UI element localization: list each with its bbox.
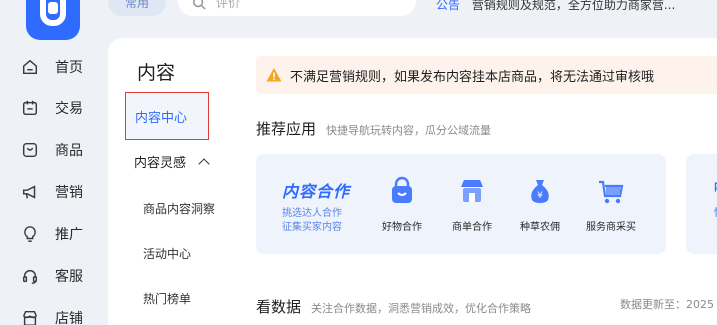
announcement-text: 营销规则及规范，全方位助力商家营... xyxy=(471,0,676,12)
announcement-bar[interactable]: 公告 营销规则及规范，全方位助力商家营... xyxy=(436,0,675,13)
rail-item-goods[interactable]: 商品 xyxy=(20,136,100,164)
rail-label: 商品 xyxy=(55,143,83,159)
subnav-group-label: 内容灵感 xyxy=(134,156,187,171)
money-bag-icon: ¥ xyxy=(523,174,557,208)
app-provider-purchase[interactable]: 服务商采买 xyxy=(576,174,646,233)
recommend-heading: 推荐应用 快捷导航玩转内容，瓜分公域流量 xyxy=(256,118,491,139)
rail-label: 客服 xyxy=(55,269,83,285)
data-heading: 看数据 关注合作数据，洞悉营销成效，优化合作策略 xyxy=(256,296,531,317)
rail-label: 交易 xyxy=(55,101,83,117)
subnav-title: 内容 xyxy=(137,62,176,84)
rail-item-trade[interactable]: 交易 xyxy=(20,94,100,122)
megaphone-icon xyxy=(20,182,40,202)
headset-icon xyxy=(20,266,40,286)
announcement-tag: 公告 xyxy=(436,0,461,12)
main-content: 不满足营销规则，如果发布内容挂本店商品，将无法通过审核哦 推荐应用 快捷导航玩转内… xyxy=(230,38,717,325)
brand-line-2: 征集买家内容 xyxy=(282,222,342,233)
rail-label: 推广 xyxy=(55,227,83,243)
recommend-title: 推荐应用 xyxy=(256,120,317,138)
rail-item-service[interactable]: 客服 xyxy=(20,262,100,290)
content-subnav: 内容 内容中心 内容灵感 商品内容洞察 活动中心 热门榜单 xyxy=(108,38,230,325)
content-cooperation-card: 内容合作 挑选达人合作 征集买家内容 好物合作 商单合作 ¥ 种草农佣 服务商采… xyxy=(256,154,666,254)
app-label: 服务商采买 xyxy=(586,222,636,233)
data-update-time: 数据更新至：2025 xyxy=(620,298,714,311)
app-good-items[interactable]: 好物合作 xyxy=(367,174,437,233)
subnav-group-inspiration[interactable]: 内容灵感 xyxy=(134,152,224,171)
app-label: 种草农佣 xyxy=(520,222,560,233)
subnav-item-product-insight[interactable]: 商品内容洞察 xyxy=(143,200,215,217)
shopping-bag-icon xyxy=(385,174,419,208)
logo-glyph xyxy=(40,0,66,26)
goods-icon xyxy=(20,140,40,160)
search-input[interactable]: 评价 xyxy=(178,0,416,16)
app-label: 商单合作 xyxy=(452,222,492,233)
cart-icon xyxy=(594,174,628,208)
rail-label: 首页 xyxy=(55,60,83,76)
app-business-orders[interactable]: 商单合作 xyxy=(437,174,507,233)
rail-item-store[interactable]: 店铺 xyxy=(20,304,100,325)
app-label: 好物合作 xyxy=(382,222,422,233)
data-subtitle: 关注合作数据，洞悉营销成效，优化合作策略 xyxy=(311,302,532,315)
search-icon xyxy=(192,0,206,10)
subnav-item-content-center[interactable]: 内容中心 xyxy=(125,92,209,140)
warning-text: 不满足营销规则，如果发布内容挂本店商品，将无法通过审核哦 xyxy=(290,69,655,85)
recommend-subtitle: 快捷导航玩转内容，瓜分公域流量 xyxy=(326,124,492,137)
warning-banner: 不满足营销规则，如果发布内容挂本店商品，将无法通过审核哦 xyxy=(256,56,717,94)
app-logo[interactable] xyxy=(26,0,80,40)
rail-item-promotion[interactable]: 推广 xyxy=(20,220,100,248)
app-seeding-commission[interactable]: ¥ 种草农佣 xyxy=(505,174,575,233)
warning-icon xyxy=(266,67,282,83)
bulb-icon xyxy=(20,224,40,244)
data-title: 看数据 xyxy=(256,298,302,316)
brand-title: 内容合作 xyxy=(282,182,351,201)
svg-text:¥: ¥ xyxy=(537,191,543,201)
next-card-partial[interactable]: 内 快 xyxy=(686,154,717,254)
common-tab[interactable]: 常用 xyxy=(108,0,166,16)
rail-label: 店铺 xyxy=(55,311,83,325)
subnav-item-activity-center[interactable]: 活动中心 xyxy=(143,245,191,262)
rail-label: 营销 xyxy=(55,185,83,201)
store-icon xyxy=(20,308,40,325)
subnav-item-hot-list[interactable]: 热门榜单 xyxy=(143,290,191,307)
brand-line-1: 挑选达人合作 xyxy=(282,208,342,219)
trade-icon xyxy=(20,98,40,118)
chevron-up-icon xyxy=(198,157,210,170)
home-icon xyxy=(20,57,40,77)
rail-item-home[interactable]: 首页 xyxy=(20,53,100,81)
rail-item-marketing[interactable]: 营销 xyxy=(20,178,100,206)
search-placeholder: 评价 xyxy=(216,0,241,10)
storefront-icon xyxy=(455,174,489,208)
